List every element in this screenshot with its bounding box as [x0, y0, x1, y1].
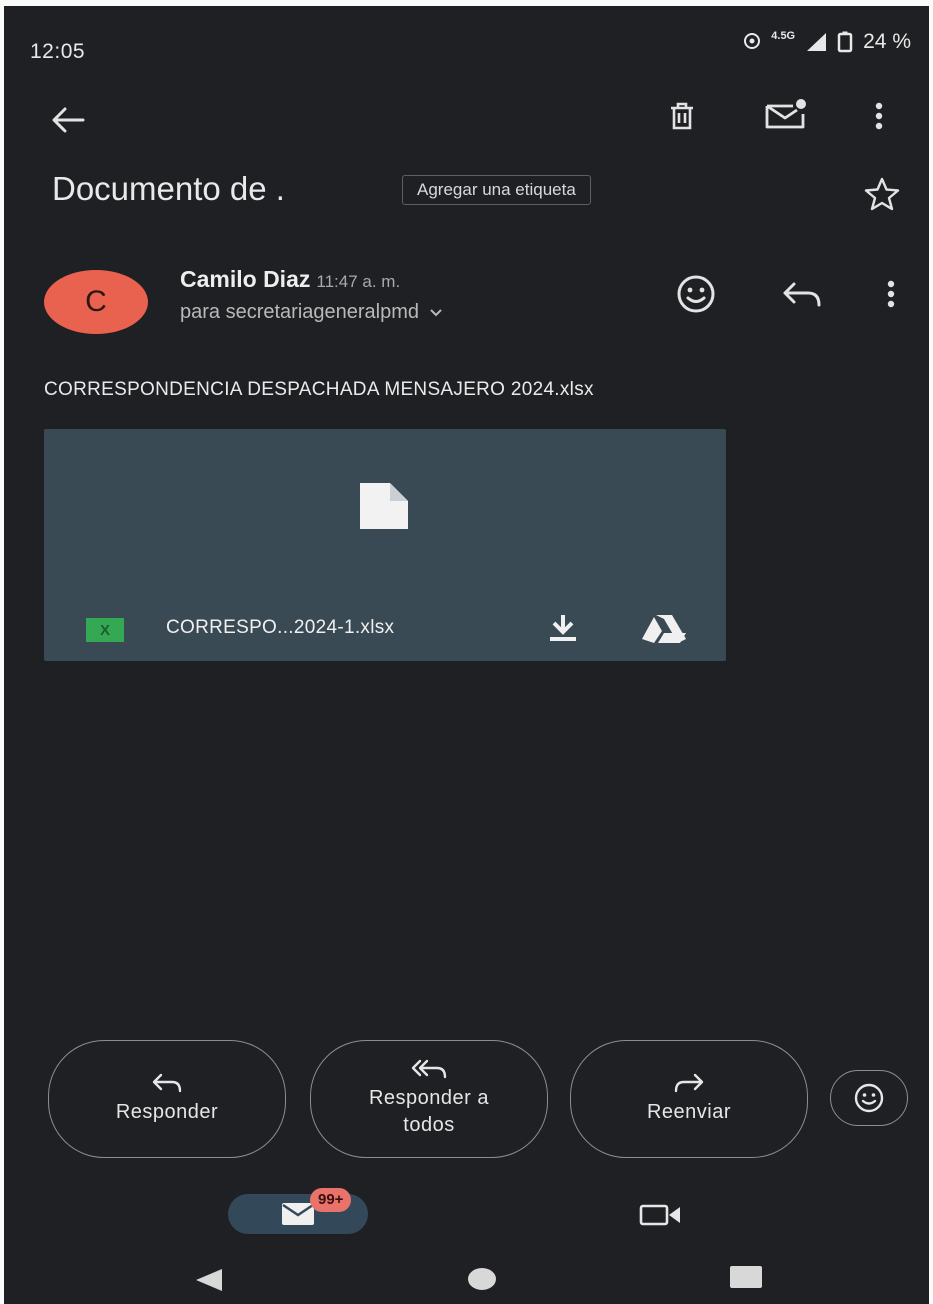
- attachment-preview[interactable]: [44, 429, 726, 599]
- sender-line: Camilo Diaz 11:47 a. m.: [180, 266, 400, 293]
- mail-unread-icon: [765, 99, 806, 129]
- chevron-down-icon: [430, 308, 442, 316]
- signal-icon: [807, 33, 827, 51]
- reaction-button[interactable]: [830, 1070, 908, 1126]
- forward-icon: [674, 1073, 704, 1092]
- reply-all-label-1: Responder a: [368, 1087, 490, 1109]
- email-subject: Documento de .: [52, 170, 285, 207]
- more-options-button[interactable]: [864, 94, 894, 138]
- reply-icon: [783, 282, 821, 307]
- reply-button[interactable]: Responder: [48, 1040, 286, 1158]
- back-button[interactable]: [44, 100, 92, 140]
- message-more-button[interactable]: [876, 272, 906, 316]
- star-button[interactable]: [862, 174, 902, 214]
- smiley-icon: [854, 1083, 884, 1113]
- more-vert-icon: [875, 102, 883, 130]
- reply-all-button[interactable]: Responder a todos: [310, 1040, 548, 1158]
- status-time: 12:05: [30, 40, 86, 63]
- battery-level: 24 %: [863, 30, 911, 53]
- star-outline-icon: [864, 177, 900, 211]
- reply-label: Responder: [115, 1100, 219, 1123]
- drive-icon: [642, 615, 686, 643]
- sender-name: Camilo Diaz: [180, 266, 311, 292]
- sent-time: 11:47 a. m.: [316, 272, 401, 291]
- download-icon: [550, 615, 576, 641]
- recipient-details[interactable]: para secretariageneralpmd: [180, 301, 443, 324]
- download-button[interactable]: [544, 613, 582, 648]
- more-vert-icon: [887, 280, 895, 308]
- sender-avatar[interactable]: C: [44, 270, 148, 334]
- attachment-filename: CORRESPO...2024-1.xlsx: [166, 617, 395, 638]
- system-home-button[interactable]: [468, 1268, 496, 1290]
- attachment-card[interactable]: X CORRESPO...2024-1.xlsx: [44, 429, 726, 661]
- smiley-icon: [677, 275, 715, 313]
- file-icon: [360, 483, 408, 529]
- trash-icon: [671, 102, 693, 130]
- add-label-button[interactable]: Agregar una etiqueta: [402, 175, 591, 205]
- excel-file-icon: X: [86, 618, 124, 642]
- video-camera-icon: [639, 1204, 680, 1226]
- reply-icon-button[interactable]: [778, 274, 826, 314]
- mark-unread-button[interactable]: [756, 92, 816, 136]
- forward-label: Reenviar: [646, 1100, 732, 1123]
- reply-icon: [152, 1073, 182, 1092]
- gmail-screen: 12:05 4.5G 24 % Documento de . Agregar u…: [4, 6, 929, 1304]
- location-icon: [744, 33, 761, 49]
- reply-all-label-2: todos: [403, 1114, 455, 1136]
- unread-badge: 99+: [310, 1188, 352, 1212]
- reply-all-icon: [411, 1059, 447, 1079]
- meet-tab[interactable]: [638, 1202, 684, 1233]
- save-to-drive-button[interactable]: [640, 613, 688, 650]
- attachment-bar: X CORRESPO...2024-1.xlsx: [44, 599, 726, 661]
- network-type: 4.5G: [771, 30, 796, 42]
- forward-button[interactable]: Reenviar: [570, 1040, 808, 1158]
- email-body: CORRESPONDENCIA DESPACHADA MENSAJERO 202…: [44, 379, 594, 400]
- recipient-text: para secretariageneralpmd: [180, 301, 420, 323]
- status-icons: 4.5G 24 %: [743, 30, 911, 54]
- add-reaction-button[interactable]: [672, 270, 720, 318]
- system-back-icon[interactable]: [194, 1268, 224, 1292]
- arrow-left-icon: [52, 107, 85, 133]
- battery-icon: [837, 31, 853, 53]
- system-recents-button[interactable]: [730, 1266, 762, 1288]
- delete-button[interactable]: [658, 94, 706, 138]
